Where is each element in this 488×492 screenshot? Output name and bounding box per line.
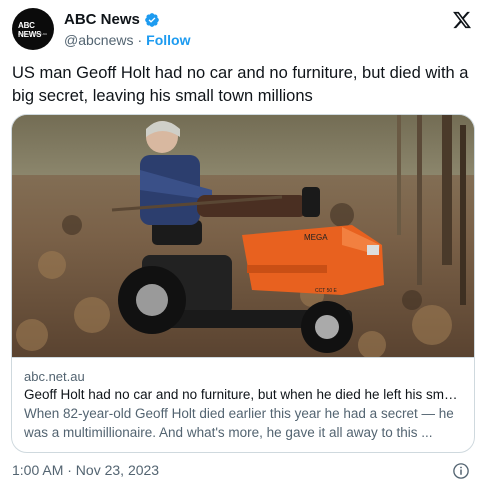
avatar[interactable]: ABC NEWS news.abc.net.au (12, 8, 54, 50)
avatar-logo-subtext: news.abc.net.au (18, 31, 48, 36)
card-meta: abc.net.au Geoff Holt had no car and no … (12, 357, 474, 452)
x-logo-icon[interactable] (452, 10, 472, 30)
info-icon[interactable] (452, 462, 470, 480)
name-row: ABC News (64, 11, 160, 28)
card-description: When 82-year-old Geoff Holt died earlier… (24, 406, 454, 440)
display-name[interactable]: ABC News (64, 11, 140, 28)
tweet-text: US man Geoff Holt had no car and no furn… (12, 64, 469, 105)
handle[interactable]: @abcnews (64, 32, 133, 48)
timestamp[interactable]: 1:00 AM · Nov 23, 2023 (12, 462, 159, 478)
mower-brand-text: MEGA (304, 233, 328, 242)
link-card[interactable]: MEGA CCT 50 E abc.net.au Geoff Holt had … (11, 114, 475, 453)
handle-row: @abcnews · Follow (64, 32, 190, 48)
separator-dot: · (137, 32, 143, 48)
tweet-footer: 1:00 AM · Nov 23, 2023 (12, 462, 476, 482)
mower-badge-text: CCT 50 E (315, 288, 338, 294)
verified-badge-icon (145, 12, 159, 27)
follow-button[interactable]: Follow (146, 32, 190, 48)
card-domain: abc.net.au (24, 369, 85, 384)
avatar-logo-text: ABC NEWS (18, 21, 42, 39)
tweet-header: ABC NEWS news.abc.net.au ABC News @abcne… (12, 8, 476, 52)
card-title[interactable]: Geoff Holt had no car and no furniture, … (24, 385, 462, 404)
card-image[interactable]: MEGA CCT 50 E (12, 115, 474, 357)
